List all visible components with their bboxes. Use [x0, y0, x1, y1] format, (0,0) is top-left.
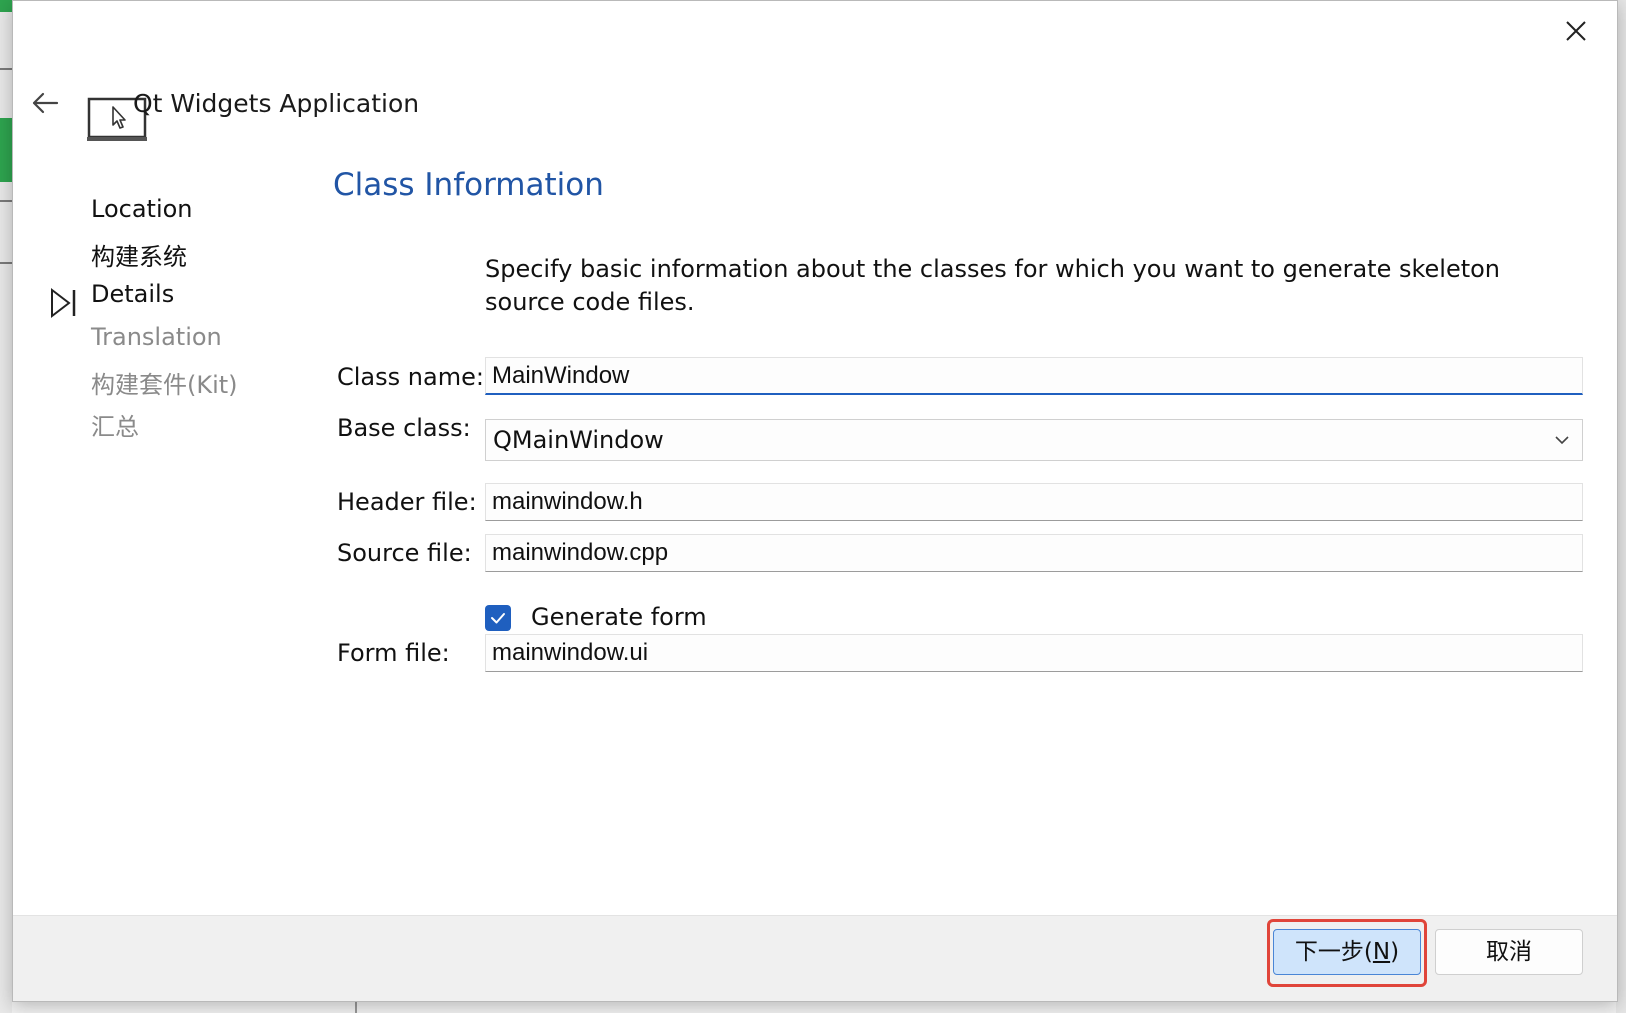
- close-icon: [1566, 21, 1586, 41]
- generate-form-checkbox[interactable]: [485, 605, 511, 631]
- arrow-left-icon: [32, 92, 59, 114]
- nav-step-details: Details: [91, 280, 175, 308]
- chevron-down-icon: [1555, 436, 1569, 445]
- new-project-wizard-dialog: Qt Widgets Application Location 构建系统 Det…: [12, 0, 1618, 1002]
- wizard-title: Qt Widgets Application: [133, 89, 420, 118]
- source-file-input[interactable]: [485, 534, 1583, 572]
- background-divider: [0, 200, 12, 202]
- nav-step-translation: Translation: [91, 323, 222, 351]
- form-file-input[interactable]: [485, 634, 1583, 672]
- cancel-button[interactable]: 取消: [1435, 929, 1583, 975]
- header-file-label: Header file:: [337, 488, 477, 516]
- page-description: Specify basic information about the clas…: [485, 255, 1501, 316]
- annotation-highlight-box: [1267, 919, 1427, 987]
- nav-step-summary: 汇总: [91, 413, 139, 441]
- background-green-marker: [0, 118, 12, 182]
- background-divider: [0, 262, 12, 264]
- page-title: Class Information: [333, 167, 604, 203]
- source-file-label: Source file:: [337, 539, 472, 567]
- current-step-arrow-icon: [51, 287, 76, 319]
- header-file-input[interactable]: [485, 483, 1583, 521]
- nav-step-location: Location: [91, 195, 193, 223]
- base-class-label: Base class:: [337, 414, 471, 442]
- form-file-label: Form file:: [337, 639, 450, 667]
- close-button[interactable]: [1558, 13, 1594, 49]
- class-name-label: Class name:: [337, 363, 484, 391]
- nav-step-kit: 构建套件(Kit): [91, 371, 238, 399]
- background-divider: [0, 68, 12, 70]
- checkmark-icon: [491, 613, 505, 624]
- base-class-selected-value: QMainWindow: [493, 426, 664, 454]
- base-class-select[interactable]: QMainWindow: [485, 419, 1583, 461]
- nav-step-build-system: 构建系统: [91, 243, 187, 271]
- class-name-input[interactable]: [485, 357, 1583, 395]
- back-button[interactable]: [27, 85, 63, 121]
- generate-form-label[interactable]: Generate form: [531, 603, 707, 631]
